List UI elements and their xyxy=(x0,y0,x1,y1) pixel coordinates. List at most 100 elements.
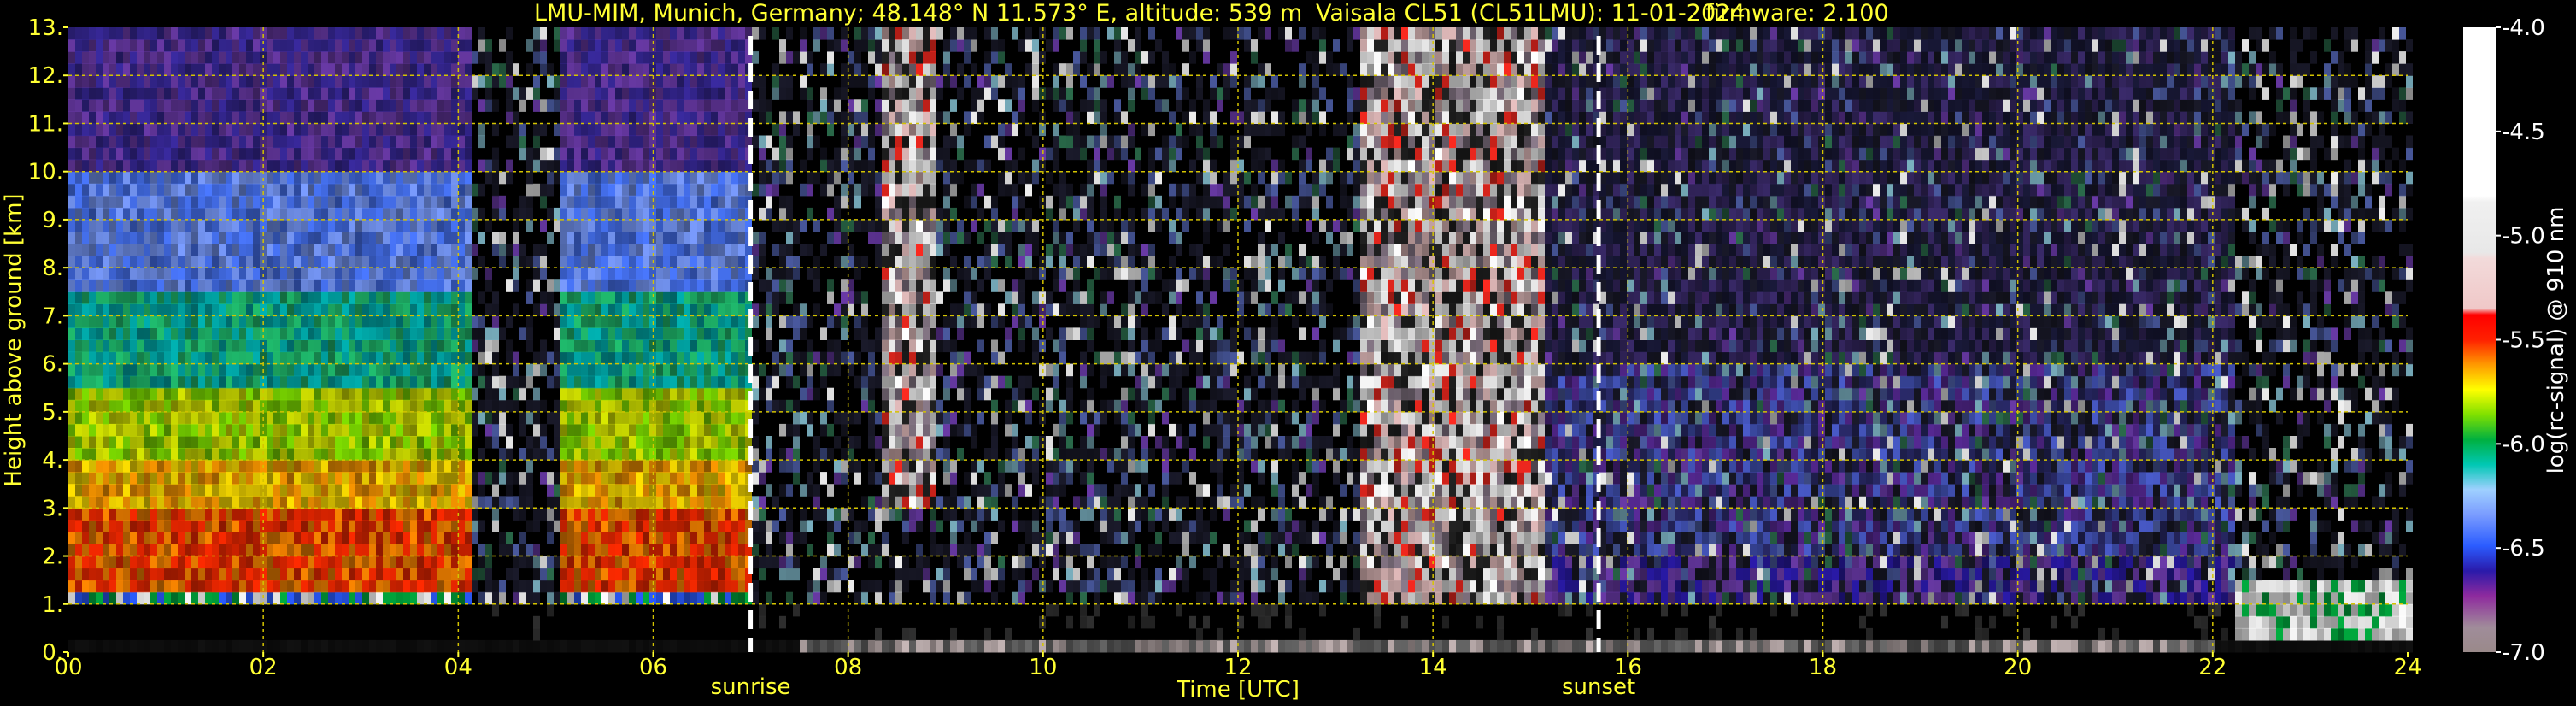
heatmap-cell xyxy=(718,591,725,605)
heatmap-cell xyxy=(807,351,813,365)
heatmap-cell xyxy=(670,87,677,100)
heatmap-cell xyxy=(738,244,745,256)
heatmap-cell xyxy=(383,639,390,653)
heatmap-cell xyxy=(294,87,301,100)
heatmap-cell xyxy=(601,39,608,52)
heatmap-cell xyxy=(314,423,321,437)
heatmap-cell xyxy=(82,244,89,256)
heatmap-cell xyxy=(827,171,834,185)
heatmap-cell xyxy=(232,303,239,316)
heatmap-cell xyxy=(362,123,369,137)
heatmap-cell xyxy=(294,460,301,473)
heatmap-cell xyxy=(677,508,684,521)
heatmap-cell xyxy=(786,111,793,124)
heatmap-cell xyxy=(417,256,424,268)
heatmap-cell xyxy=(766,556,772,569)
heatmap-cell xyxy=(533,147,540,161)
heatmap-cell xyxy=(403,520,410,532)
heatmap-cell xyxy=(670,219,677,232)
heatmap-cell xyxy=(677,268,684,280)
heatmap-cell xyxy=(417,556,424,569)
heatmap-cell xyxy=(89,351,96,365)
heatmap-cell xyxy=(677,460,684,473)
heatmap-cell xyxy=(226,303,232,316)
heatmap-cell xyxy=(321,339,328,353)
heatmap-cell xyxy=(335,232,342,244)
heatmap-cell xyxy=(308,484,314,497)
heatmap-cell xyxy=(164,484,171,497)
heatmap-cell xyxy=(137,568,144,581)
heatmap-cell xyxy=(547,183,554,197)
heatmap-cell xyxy=(485,387,492,401)
heatmap-cell xyxy=(622,291,629,304)
heatmap-cell xyxy=(697,399,704,413)
heatmap-cell xyxy=(383,39,390,52)
heatmap-cell xyxy=(424,411,431,425)
heatmap-cell xyxy=(219,363,226,377)
heatmap-cell xyxy=(246,303,253,316)
heatmap-cell xyxy=(355,532,362,544)
heatmap-cell xyxy=(608,51,615,64)
heatmap-cell xyxy=(191,315,198,328)
heatmap-cell xyxy=(547,375,554,389)
heatmap-cell xyxy=(711,508,718,521)
heatmap-cell xyxy=(355,219,362,232)
heatmap-cell xyxy=(390,556,396,569)
heatmap-cell xyxy=(267,496,273,509)
heatmap-cell xyxy=(205,496,212,509)
heatmap-cell xyxy=(663,268,670,280)
heatmap-cell xyxy=(246,339,253,353)
heatmap-cell xyxy=(205,448,212,461)
heatmap-cell xyxy=(458,460,465,473)
heatmap-cell xyxy=(328,159,335,173)
heatmap-cell xyxy=(123,363,130,377)
heatmap-cell xyxy=(376,520,383,532)
heatmap-cell xyxy=(355,75,362,88)
heatmap-cell xyxy=(89,268,96,280)
heatmap-cell xyxy=(390,51,396,64)
heatmap-cell xyxy=(615,232,622,244)
heatmap-cell xyxy=(779,195,786,209)
heatmap-cell xyxy=(697,508,704,521)
heatmap-cell xyxy=(595,639,601,653)
heatmap-cell xyxy=(458,472,465,485)
heatmap-cell xyxy=(506,244,513,256)
heatmap-cell xyxy=(622,472,629,485)
heatmap-cell xyxy=(396,591,403,605)
heatmap-cell xyxy=(96,232,103,244)
heatmap-cell xyxy=(376,387,383,401)
heatmap-cell xyxy=(369,423,376,437)
heatmap-cell xyxy=(109,135,116,149)
heatmap-cell xyxy=(280,219,287,232)
heatmap-cell xyxy=(608,351,615,365)
heatmap-cell xyxy=(526,195,533,209)
heatmap-cell xyxy=(178,436,185,449)
heatmap-cell xyxy=(89,123,96,137)
heatmap-cell xyxy=(820,99,827,112)
heatmap-cell xyxy=(725,436,731,449)
heatmap-cell xyxy=(376,63,383,76)
heatmap-cell xyxy=(601,591,608,605)
heatmap-cell xyxy=(697,387,704,401)
heatmap-cell xyxy=(813,639,820,653)
heatmap-cell xyxy=(308,219,314,232)
heatmap-cell xyxy=(725,27,731,40)
heatmap-cell xyxy=(68,256,75,268)
heatmap-cell xyxy=(718,268,725,280)
heatmap-cell xyxy=(390,363,396,377)
heatmap-cell xyxy=(321,291,328,304)
heatmap-cell xyxy=(663,639,670,653)
heatmap-cell xyxy=(670,111,677,124)
heatmap-cell xyxy=(396,123,403,137)
heatmap-cell xyxy=(663,484,670,497)
heatmap-cell xyxy=(431,291,437,304)
heatmap-cell xyxy=(513,207,519,221)
heatmap-cell xyxy=(451,195,458,209)
heatmap-cell xyxy=(697,207,704,221)
heatmap-cell xyxy=(287,568,294,581)
heatmap-cell xyxy=(82,99,89,112)
heatmap-cell xyxy=(581,219,588,232)
heatmap-cell xyxy=(205,219,212,232)
heatmap-cell xyxy=(574,123,581,137)
heatmap-cell xyxy=(417,195,424,209)
